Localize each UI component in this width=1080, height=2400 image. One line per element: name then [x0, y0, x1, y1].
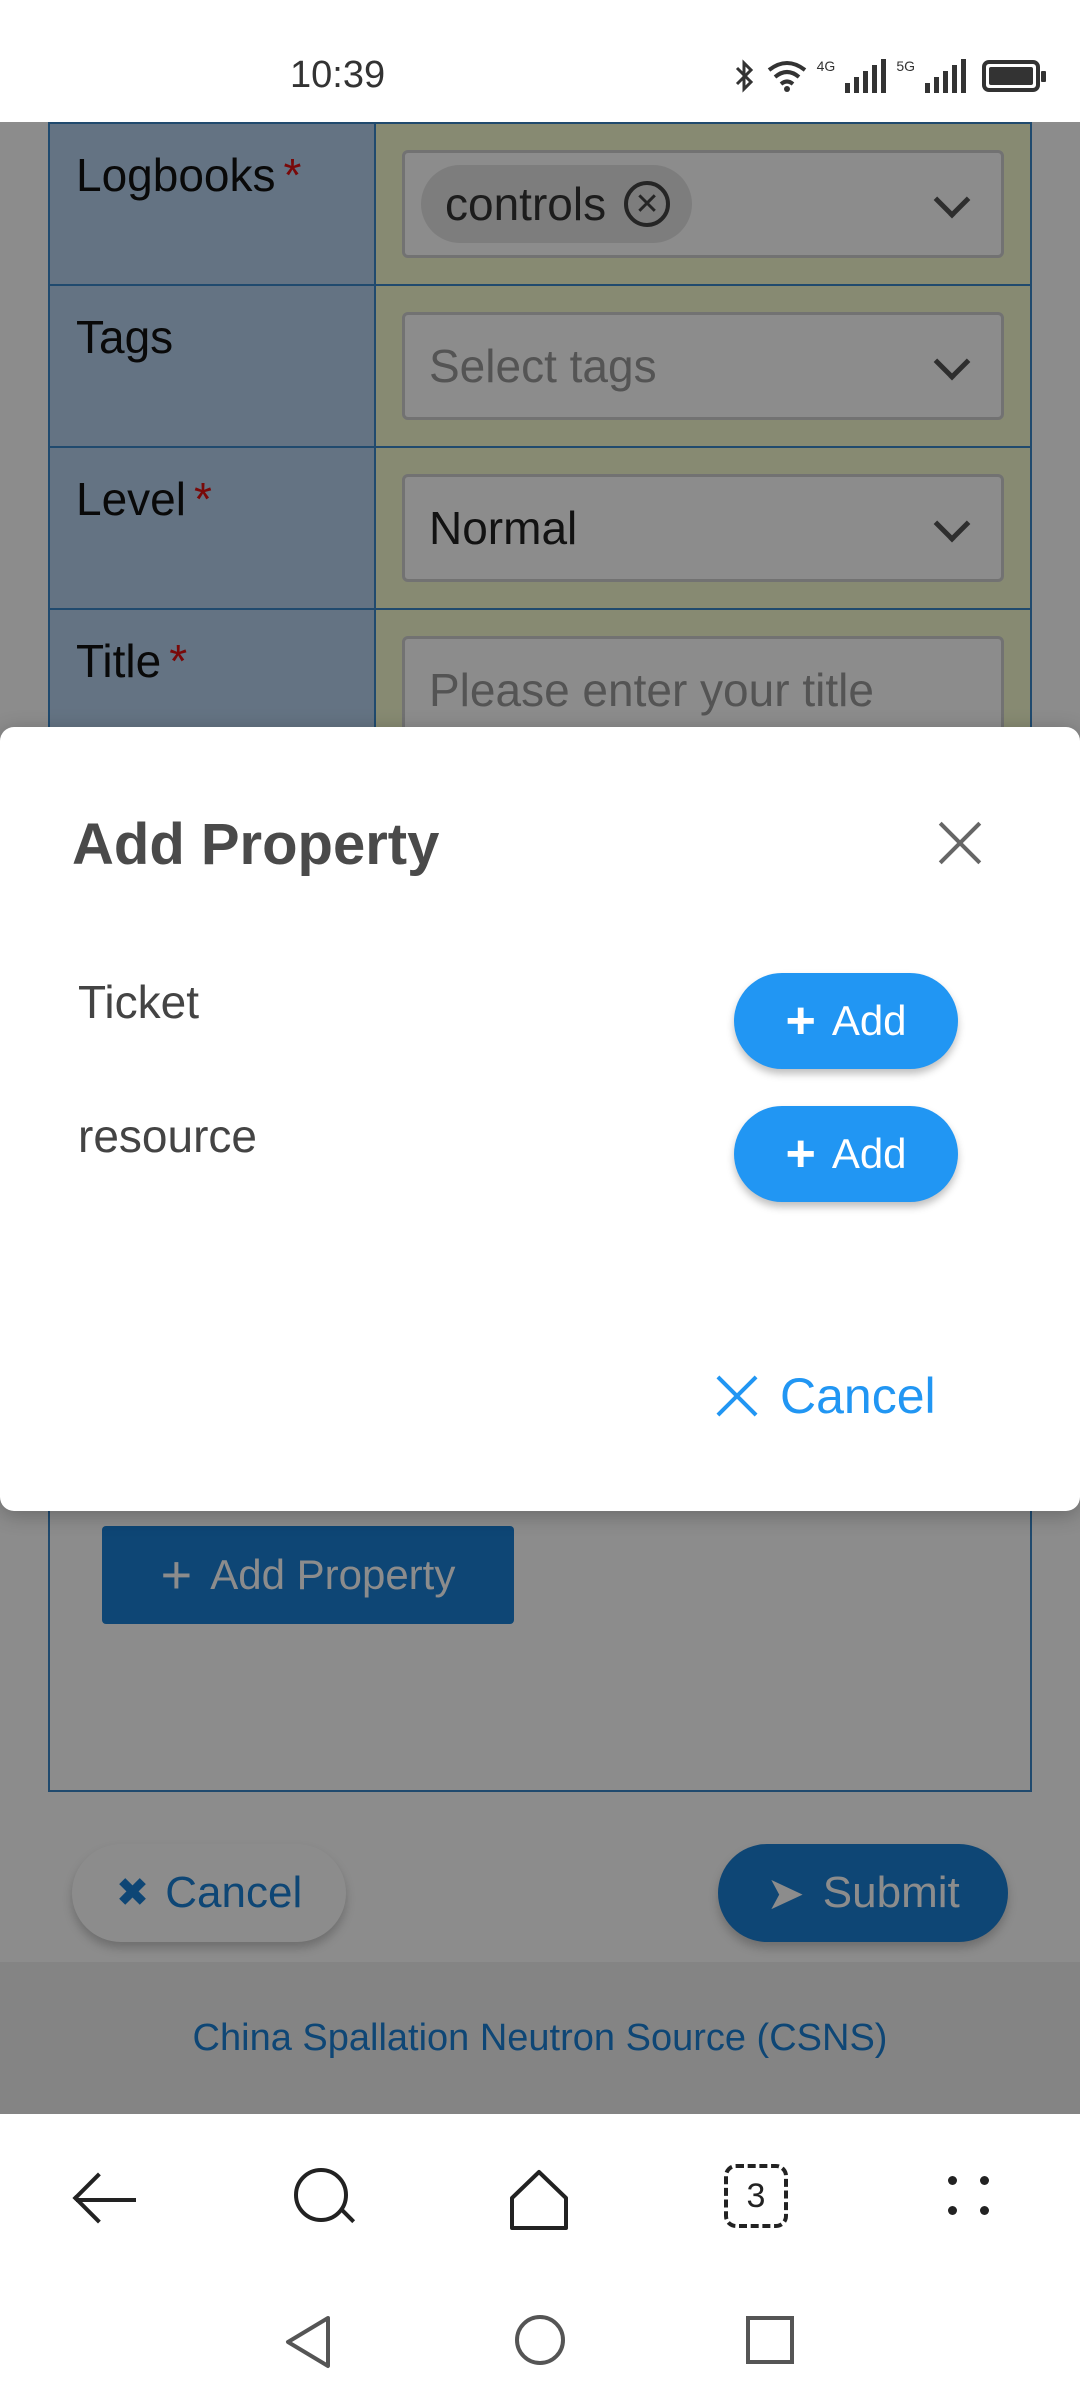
add-resource-button[interactable]: + Add — [734, 1106, 958, 1202]
plus-icon: + — [785, 1125, 816, 1183]
search-icon[interactable] — [290, 2164, 360, 2234]
system-home-icon[interactable] — [512, 2312, 568, 2368]
browser-toolbar: 3 — [0, 2114, 1080, 2284]
property-label-ticket: Ticket — [78, 976, 199, 1028]
back-arrow-icon[interactable] — [72, 2164, 142, 2234]
close-icon — [716, 1375, 758, 1417]
signal-icon — [845, 59, 887, 93]
menu-dots-icon[interactable] — [940, 2164, 1010, 2234]
plus-icon: + — [785, 992, 816, 1050]
bluetooth-icon — [735, 59, 753, 93]
system-navigation-bar — [0, 2284, 1080, 2400]
tab-count: 3 — [746, 2176, 766, 2215]
dialog-cancel-label: Cancel — [780, 1368, 936, 1424]
network-5g-label: 5G — [896, 58, 915, 74]
property-label-resource: resource — [78, 1110, 257, 1162]
wifi-icon — [767, 61, 806, 92]
add-label: Add — [831, 997, 907, 1044]
status-time: 10:39 — [290, 54, 386, 96]
add-label: Add — [831, 1130, 907, 1177]
status-icons: 4G 5G — [733, 58, 1046, 94]
add-property-dialog: Add Property Ticket + Add resource + Add… — [0, 727, 1080, 1511]
home-icon[interactable] — [504, 2164, 574, 2234]
signal-icon — [925, 59, 966, 93]
close-icon[interactable] — [936, 819, 984, 867]
status-bar: 10:39 4G 5G — [0, 0, 1080, 122]
tabs-icon[interactable]: 3 — [724, 2164, 788, 2228]
network-4g-label: 4G — [816, 58, 836, 74]
dialog-title: Add Property — [72, 812, 440, 877]
add-ticket-button[interactable]: + Add — [734, 973, 958, 1069]
system-recents-icon[interactable] — [742, 2312, 798, 2368]
battery-icon — [982, 60, 1046, 92]
dialog-cancel-button[interactable]: Cancel — [716, 1351, 936, 1441]
